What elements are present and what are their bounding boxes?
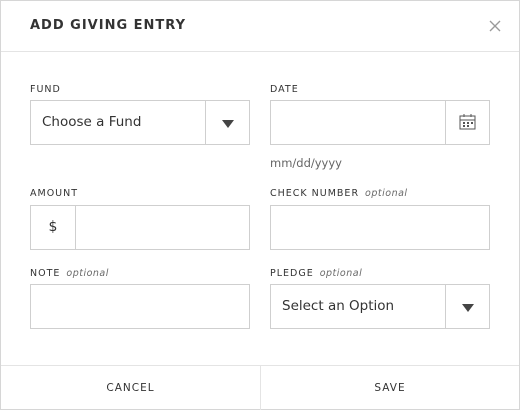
amount-label: AMOUNT [30,188,78,199]
pledge-label: PLEDGE optional [270,268,362,279]
note-optional: optional [66,268,109,279]
date-format-hint: mm/dd/yyyy [270,156,342,170]
pledge-select[interactable]: Select an Option [270,284,490,329]
add-giving-entry-dialog: ADD GIVING ENTRY FUND Choose a Fund DATE [0,0,520,410]
date-label-text: DATE [270,84,299,95]
fund-select-toggle[interactable] [205,101,249,144]
date-label: DATE [270,84,299,95]
fund-label: FUND [30,84,61,95]
check-number-field[interactable] [270,205,490,250]
save-button[interactable]: SAVE [261,366,519,410]
amount-label-text: AMOUNT [30,188,79,199]
check-number-optional: optional [365,188,408,199]
chevron-down-icon [222,120,234,128]
dialog-title: ADD GIVING ENTRY [30,18,186,33]
pledge-select-value: Select an Option [282,298,395,314]
fund-select-value: Choose a Fund [42,114,142,130]
dialog-header: ADD GIVING ENTRY [1,1,519,52]
calendar-icon [459,114,476,130]
check-number-label: CHECK NUMBER optional [270,188,408,199]
date-input[interactable] [282,115,442,131]
amount-field[interactable]: $ [30,205,250,250]
check-number-label-text: CHECK NUMBER [270,188,360,199]
cancel-button[interactable]: CANCEL [1,366,260,410]
dialog-footer: CANCEL SAVE [1,365,519,410]
pledge-select-toggle[interactable] [445,285,489,328]
pledge-optional: optional [319,268,363,279]
check-number-input[interactable] [282,220,478,236]
amount-input[interactable] [87,220,237,236]
note-field[interactable] [30,284,250,329]
fund-select[interactable]: Choose a Fund [30,100,250,145]
currency-symbol: $ [31,206,76,249]
close-icon[interactable] [485,16,505,36]
note-label: NOTE optional [30,268,109,279]
date-field[interactable] [270,100,490,145]
pledge-label-text: PLEDGE [270,268,314,279]
chevron-down-icon [462,304,474,312]
note-label-text: NOTE [30,268,61,279]
note-input[interactable] [42,299,238,315]
fund-label-text: FUND [30,84,61,95]
date-picker-button[interactable] [445,101,489,144]
